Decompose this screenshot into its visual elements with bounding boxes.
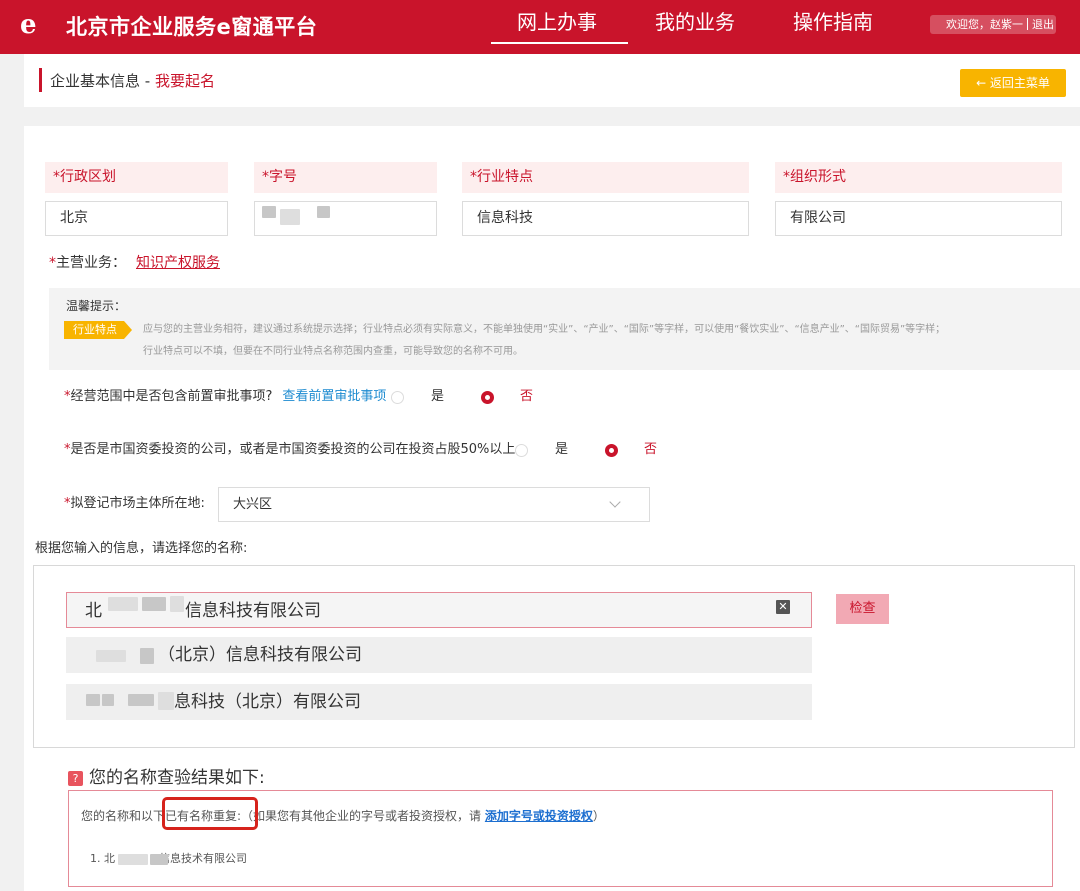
- tips-tag: 行业特点: [64, 321, 132, 339]
- tips-line-1: 应与您的主营业务相符，建议通过系统提示选择；行业特点必须有实际意义，不能单独使用…: [143, 324, 946, 335]
- redacted-block: [280, 209, 300, 225]
- breadcrumb: 企业基本信息 - 我要起名: [50, 71, 215, 91]
- name-suffix: （北京）信息科技有限公司: [158, 645, 362, 665]
- tips-title: 温馨提示：: [66, 299, 127, 313]
- region-label: *行政区划: [45, 162, 228, 193]
- breadcrumb-accent: [39, 68, 42, 92]
- q2-yes-label: 是: [555, 442, 569, 457]
- breadcrumb-card: 企业基本信息 - 我要起名 ← 返回主菜单: [24, 54, 1080, 107]
- redacted-block: [140, 648, 154, 664]
- add-authorization-link[interactable]: 添加字号或投资授权: [485, 809, 593, 823]
- duplicate-highlight: [162, 797, 258, 830]
- q2-yes-radio[interactable]: [515, 444, 528, 457]
- main-business-label: 主营业务：: [56, 255, 126, 271]
- question-2-text: 是否是市国资委投资的公司，或者是市国资委投资的公司在投资占股50%以上:: [70, 442, 520, 457]
- result-note: （如果您有其他企业的字号或者投资授权，请: [241, 809, 485, 823]
- required-mark: *: [49, 255, 56, 271]
- question-prior-approval: *经营范围中是否包含前置审批事项? 查看前置审批事项: [64, 388, 386, 406]
- site-title: 北京市企业服务e窗通平台: [66, 15, 318, 39]
- nav-my-business[interactable]: 我的业务: [655, 9, 735, 35]
- clear-icon[interactable]: ✕: [776, 600, 790, 614]
- user-box: 欢迎您，赵紫一 退出: [930, 15, 1056, 34]
- redacted-block: [262, 206, 276, 218]
- org-form-input[interactable]: 有限公司: [775, 201, 1062, 236]
- redacted-block: [150, 854, 168, 865]
- industry-label: *行业特点: [462, 162, 749, 193]
- q2-no-radio[interactable]: [605, 444, 618, 457]
- breadcrumb-section: 企业基本信息 -: [50, 72, 155, 90]
- duplicate-name-item: 1. 北 信息技术有限公司: [90, 851, 247, 867]
- redacted-block: [317, 206, 330, 218]
- result-title: 您的名称查验结果如下:: [89, 768, 265, 788]
- top-header: e 北京市企业服务e窗通平台 网上办事 我的业务 操作指南 欢迎您，赵紫一 退出: [0, 0, 1080, 54]
- main-business-row: *主营业务： 知识产权服务: [49, 254, 220, 272]
- location-row: *拟登记市场主体所在地:: [64, 495, 205, 513]
- redacted-block: [158, 692, 174, 710]
- name-suffix: 信息科技有限公司: [185, 601, 321, 621]
- redacted-block: [142, 597, 166, 611]
- q1-yes-radio[interactable]: [391, 391, 404, 404]
- name-option[interactable]: （北京）信息科技有限公司: [66, 637, 812, 673]
- region-input[interactable]: 北京: [45, 201, 228, 236]
- main-business-link[interactable]: 知识产权服务: [136, 255, 220, 271]
- name-prefix: 北: [85, 601, 102, 621]
- result-close: ）: [592, 809, 605, 823]
- item-suffix: 信息技术有限公司: [159, 852, 247, 865]
- result-line: 您的名称和以下已有名称重复:（如果您有其他企业的字号或者投资授权，请 添加字号或…: [81, 807, 605, 825]
- view-prior-approval-link[interactable]: 查看前置审批事项: [282, 389, 386, 404]
- q1-no-label: 否: [520, 389, 534, 404]
- q1-no-radio[interactable]: [481, 391, 494, 404]
- divider: [1027, 18, 1028, 30]
- q1-yes-label: 是: [431, 389, 445, 404]
- active-nav-indicator: [491, 42, 628, 44]
- check-button[interactable]: 检查: [836, 594, 889, 624]
- logout-link[interactable]: 退出: [1032, 18, 1054, 31]
- tips-box: 温馨提示： 行业特点 应与您的主营业务相符，建议通过系统提示选择；行业特点必须有…: [49, 288, 1080, 370]
- q2-no-label: 否: [644, 442, 658, 457]
- name-suffix: 息科技（北京）有限公司: [174, 692, 361, 712]
- breadcrumb-current: 我要起名: [154, 72, 215, 90]
- back-to-menu-button[interactable]: ← 返回主菜单: [960, 69, 1066, 97]
- redacted-block: [86, 694, 100, 706]
- redacted-block: [108, 597, 138, 611]
- org-form-label: *组织形式: [775, 162, 1062, 193]
- welcome-text: 欢迎您，赵紫一: [946, 18, 1023, 31]
- result-heading: ? 您的名称查验结果如下:: [68, 767, 265, 789]
- choose-name-label: 根据您输入的信息，请选择您的名称:: [35, 541, 248, 556]
- question-state-owned: *是否是市国资委投资的公司，或者是市国资委投资的公司在投资占股50%以上:: [64, 441, 520, 459]
- location-select[interactable]: 大兴区: [218, 487, 650, 522]
- nav-guide[interactable]: 操作指南: [793, 9, 873, 35]
- question-1-text: 经营范围中是否包含前置审批事项?: [70, 389, 273, 404]
- item-prefix: 1. 北: [90, 852, 115, 865]
- redacted-block: [118, 854, 148, 865]
- redacted-block: [96, 650, 126, 662]
- e-logo-icon: e: [20, 10, 37, 40]
- redacted-block: [102, 694, 114, 706]
- question-icon: ?: [68, 771, 83, 786]
- redacted-block: [170, 596, 184, 612]
- redacted-block: [128, 694, 154, 706]
- zihao-label: *字号: [254, 162, 437, 193]
- nav-online-services[interactable]: 网上办事: [517, 9, 597, 35]
- location-label: 拟登记市场主体所在地:: [70, 496, 205, 511]
- industry-input[interactable]: 信息科技: [462, 201, 749, 236]
- tips-line-2: 行业特点可以不填，但要在不同行业特点名称范围内查重，可能导致您的名称不可用。: [143, 346, 523, 357]
- name-option[interactable]: 息科技（北京）有限公司: [66, 684, 812, 720]
